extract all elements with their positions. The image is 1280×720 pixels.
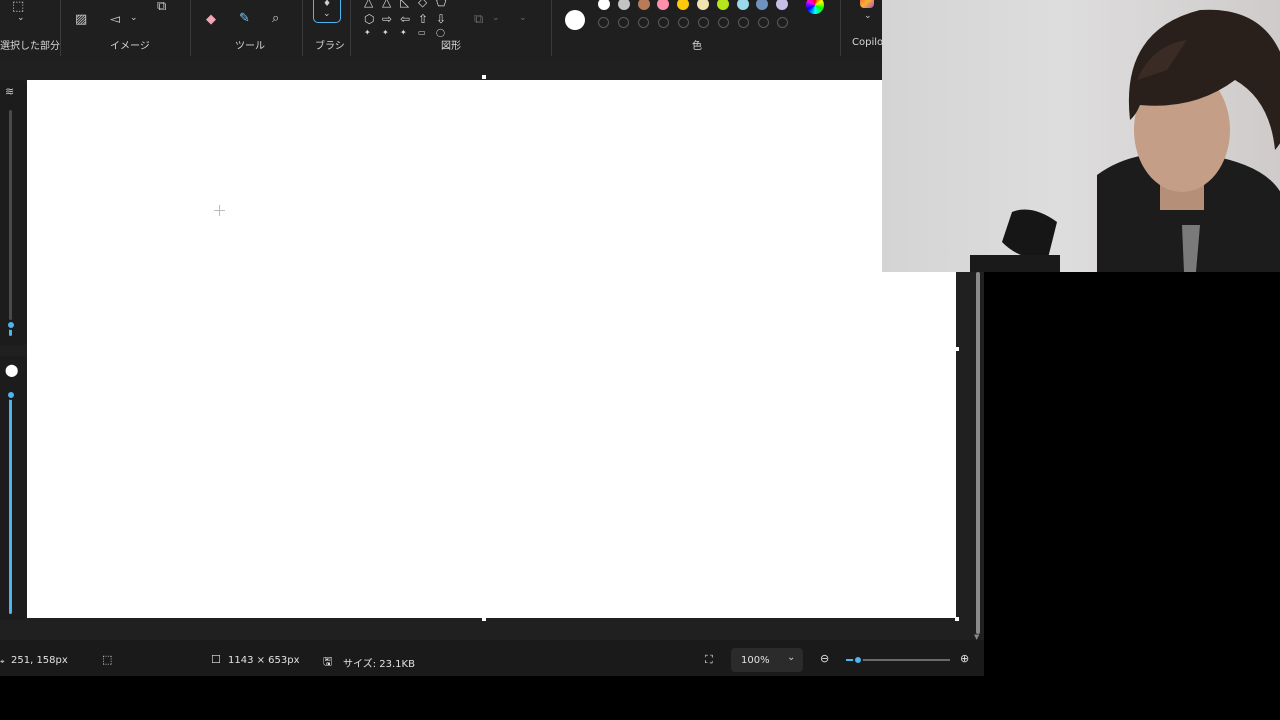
color-picker-icon[interactable]: ✎ — [239, 12, 250, 25]
vertical-scrollbar[interactable] — [976, 272, 980, 634]
empty-color-slot[interactable] — [638, 17, 649, 28]
fit-to-window-icon[interactable]: ⛶ — [705, 653, 713, 667]
magnifier-icon[interactable]: ⌕ — [272, 12, 279, 25]
image-crop-icon[interactable]: ▨ — [75, 13, 87, 26]
divider — [302, 0, 303, 56]
brush-icon: ♦ — [323, 0, 332, 9]
presenter-video — [970, 9, 1280, 272]
selection-size-icon: ⬚ — [102, 653, 113, 666]
star-shape-icon[interactable]: ✦ — [364, 29, 371, 37]
ribbon-toolbar: ⬚ ⌄ 選択した部分 ▨ ◅ ⌄ ⧉ イメージ ◆ ✎ ⌕ ツール ♦ ⌄ ブラ… — [0, 0, 887, 60]
divider — [190, 0, 191, 56]
zoom-in-icon[interactable]: ⊕ — [960, 652, 969, 665]
triangle-shape-icon[interactable]: △ — [364, 0, 373, 8]
empty-color-slot[interactable] — [738, 17, 749, 28]
empty-color-slot[interactable] — [658, 17, 669, 28]
star-shape-icon[interactable]: ✦ — [382, 29, 389, 37]
color-swatch[interactable] — [637, 0, 650, 10]
resize-handle-top[interactable] — [482, 75, 486, 79]
opacity-panel: ⬤ — [0, 356, 27, 620]
right-triangle-shape-icon[interactable]: ◺ — [400, 0, 409, 8]
chevron-down-icon: ⌄ — [323, 9, 331, 19]
resize-handle-corner[interactable] — [955, 617, 959, 621]
arrow-right-shape-icon[interactable]: ⇨ — [382, 13, 392, 25]
edit-colors-wheel-icon[interactable] — [806, 0, 824, 14]
empty-color-slot[interactable] — [758, 17, 769, 28]
color-swatch[interactable] — [657, 0, 670, 10]
star-shape-icon[interactable]: ✦ — [400, 29, 407, 37]
brush-size-panel: ≋ — [0, 80, 27, 346]
chevron-down-icon[interactable]: ⌄ — [130, 14, 138, 23]
shape-outline-icon[interactable]: ⧉ — [474, 13, 483, 26]
image-select-icon[interactable]: ⧉ — [157, 0, 166, 13]
image-rotate-icon[interactable]: ◅ — [110, 13, 120, 26]
group-label-brushes: ブラシ — [315, 41, 345, 52]
color-swatch[interactable] — [677, 0, 690, 10]
callout-shape-icon[interactable]: ▭ — [418, 29, 426, 37]
empty-color-slot[interactable] — [698, 17, 709, 28]
zoom-slider[interactable] — [853, 655, 863, 665]
chevron-down-icon[interactable]: ⌄ — [17, 14, 25, 23]
arrow-down-shape-icon[interactable]: ⇩ — [436, 13, 446, 25]
group-label-colors: 色 — [692, 41, 702, 52]
brush-size-track[interactable] — [9, 110, 12, 320]
callout-shape-icon[interactable]: ◯ — [436, 29, 445, 37]
cursor-position: 251, 158px — [11, 655, 68, 666]
zoom-out-icon[interactable]: ⊖ — [820, 652, 829, 665]
file-size: サイズ: 23.1KB — [343, 659, 415, 670]
color-swatch[interactable] — [598, 0, 610, 10]
brush-size-icon: ≋ — [5, 85, 15, 98]
chevron-down-icon[interactable]: ⌄ — [519, 14, 527, 23]
chevron-down-icon: ⌄ — [787, 652, 796, 663]
opacity-drop-icon: ⬤ — [5, 363, 19, 377]
color-swatch[interactable] — [617, 0, 630, 10]
brush-button[interactable]: ♦ ⌄ — [313, 0, 341, 23]
color-swatch[interactable] — [776, 0, 789, 10]
arrow-left-shape-icon[interactable]: ⇦ — [400, 13, 410, 25]
divider — [350, 0, 351, 56]
resize-handle-right[interactable] — [955, 347, 959, 351]
pentagon-shape-icon[interactable]: ⬠ — [436, 0, 446, 8]
resize-handle-bottom[interactable] — [482, 617, 486, 621]
empty-color-slot[interactable] — [618, 17, 629, 28]
brush-size-slider[interactable] — [6, 320, 16, 330]
empty-color-slot[interactable] — [678, 17, 689, 28]
zoom-value: 100% — [741, 655, 770, 666]
diamond-shape-icon[interactable]: ◇ — [418, 0, 427, 8]
color-swatch[interactable] — [716, 0, 729, 10]
hexagon-shape-icon[interactable]: ⬡ — [364, 13, 374, 25]
zoom-dropdown[interactable]: 100% ⌄ — [731, 648, 803, 672]
canvas-size-icon: ☐ — [211, 653, 221, 666]
color-swatch[interactable] — [736, 0, 749, 10]
divider — [60, 0, 61, 56]
group-label-image: イメージ — [110, 41, 150, 52]
crosshair-cursor — [214, 205, 225, 216]
group-label-selection: 選択した部分 — [0, 41, 60, 52]
divider — [551, 0, 552, 56]
copilot-icon[interactable] — [860, 0, 874, 8]
group-label-tools: ツール — [235, 41, 265, 52]
chevron-down-icon[interactable]: ⌄ — [492, 14, 500, 23]
active-color-swatch[interactable] — [565, 10, 585, 30]
webcam-overlay — [882, 0, 1280, 272]
eraser-icon[interactable]: ◆ — [206, 13, 216, 26]
opacity-fill — [9, 398, 12, 614]
cursor-position-icon: ⌖ — [0, 657, 5, 666]
canvas-size: 1143 × 653px — [228, 655, 300, 666]
opacity-slider[interactable] — [6, 390, 16, 400]
color-swatch[interactable] — [756, 0, 769, 10]
arrow-up-shape-icon[interactable]: ⇧ — [418, 13, 428, 25]
group-label-shapes: 図形 — [441, 41, 461, 52]
triangle-shape-icon[interactable]: △ — [382, 0, 391, 8]
chevron-down-icon[interactable]: ⌄ — [864, 12, 872, 21]
empty-color-slot[interactable] — [718, 17, 729, 28]
status-bar — [0, 640, 984, 676]
save-icon: 🖫 — [323, 655, 333, 668]
divider — [840, 0, 841, 56]
empty-color-slot[interactable] — [777, 17, 788, 28]
drawing-canvas[interactable] — [27, 80, 956, 618]
empty-color-slot[interactable] — [598, 17, 609, 28]
color-swatch[interactable] — [697, 0, 709, 10]
select-rect-icon[interactable]: ⬚ — [12, 0, 24, 13]
